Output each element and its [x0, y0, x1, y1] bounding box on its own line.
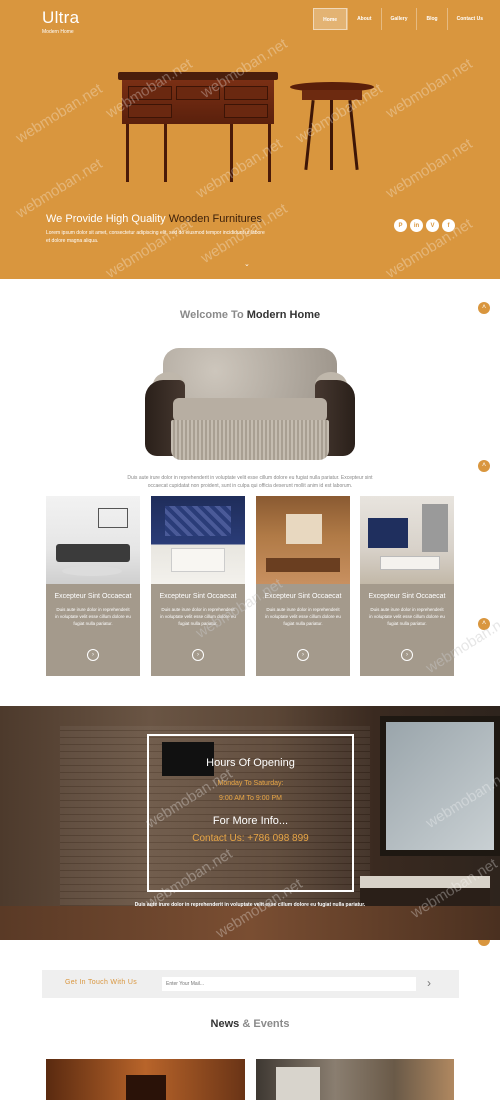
hero-heading-accent: Wooden Furnitures	[168, 213, 263, 225]
welcome-title-prefix: Welcome To	[179, 309, 244, 321]
news-title: News & Events	[0, 1018, 500, 1030]
welcome-text: Duis aute irure dolor in reprehenderit i…	[127, 475, 373, 489]
news-image[interactable]	[256, 1059, 454, 1100]
lounge-image	[360, 496, 454, 584]
card-title: Excepteur Sint Occaecat	[159, 593, 237, 600]
hero-heading: We Provide High Quality Wooden Furniture…	[46, 213, 262, 225]
arrow-right-icon[interactable]: ›	[87, 649, 99, 661]
more-info-heading: For More Info...	[212, 815, 289, 827]
feature-card: Excepteur Sint Occaecat Duis aute irure …	[360, 496, 454, 676]
newsletter-label: Get In Touch With Us	[65, 979, 138, 986]
news-image[interactable]	[46, 1059, 245, 1100]
send-arrow-icon[interactable]: ›	[427, 976, 431, 990]
living-room-image	[46, 496, 140, 584]
welcome-title: Welcome To Modern Home	[0, 309, 500, 321]
linkedin-icon[interactable]: in	[410, 219, 423, 232]
news-title-suffix: & Events	[242, 1018, 290, 1030]
hero-text: Lorem ipsum dolor sit amet, consectetur …	[46, 230, 265, 244]
card-text: Duis aute irure dolor in reprehenderit i…	[369, 607, 445, 626]
scroll-down-icon[interactable]: ⌄	[244, 260, 250, 268]
pinterest-icon[interactable]: P	[394, 219, 407, 232]
bedroom-image	[151, 496, 245, 584]
card-text: Duis aute irure dolor in reprehenderit i…	[160, 607, 236, 626]
logo-title: Ultra	[42, 8, 80, 27]
social-links: P in V f	[394, 219, 455, 232]
hours-box: Hours Of Opening Monday To Saturday: 9:0…	[147, 734, 354, 892]
arrow-right-icon[interactable]: ›	[401, 649, 413, 661]
card-text: Duis aute irure dolor in reprehenderit i…	[265, 607, 341, 626]
window-image	[380, 716, 500, 856]
main-nav: Home About Gallery Blog Contact Us	[313, 8, 492, 30]
chevron-up-icon[interactable]: ˄	[478, 618, 490, 630]
hours-title: Hours Of Opening	[206, 757, 295, 769]
facebook-icon[interactable]: f	[442, 219, 455, 232]
nav-item-home[interactable]: Home	[313, 8, 348, 30]
card-title: Excepteur Sint Occaecat	[54, 593, 132, 600]
hero-section: Ultra Modern Home Home About Gallery Blo…	[0, 0, 500, 279]
wooden-interior-image	[256, 496, 350, 584]
logo[interactable]: Ultra Modern Home	[42, 8, 79, 35]
feature-card: Excepteur Sint Occaecat Duis aute irure …	[151, 496, 245, 676]
card-text: Duis aute irure dolor in reprehenderit i…	[55, 607, 131, 626]
hours-note: Duis aute irure dolor in reprehenderit i…	[134, 902, 366, 908]
hero-heading-prefix: We Provide High Quality	[46, 213, 166, 225]
hours-section: Hours Of Opening Monday To Saturday: 9:0…	[0, 706, 500, 940]
feature-card: Excepteur Sint Occaecat Duis aute irure …	[256, 496, 350, 676]
chevron-up-icon[interactable]: ˄	[478, 460, 490, 472]
arrow-right-icon[interactable]: ›	[297, 649, 309, 661]
floor	[0, 906, 500, 940]
newsletter-bar: Get In Touch With Us ›	[42, 970, 459, 998]
sofa-image	[145, 348, 355, 466]
email-input[interactable]	[162, 977, 416, 991]
arrow-right-icon[interactable]: ›	[192, 649, 204, 661]
news-title-dark: News	[210, 1018, 240, 1030]
vimeo-icon[interactable]: V	[426, 219, 439, 232]
card-title: Excepteur Sint Occaecat	[264, 593, 342, 600]
feature-card: Excepteur Sint Occaecat Duis aute irure …	[46, 496, 140, 676]
nav-item-contact[interactable]: Contact Us	[446, 8, 492, 30]
hours-days: Monday To Saturday:	[217, 780, 284, 787]
hours-time: 9:00 AM To 9:00 PM	[219, 795, 282, 802]
welcome-title-dark: Modern Home	[246, 309, 321, 321]
chevron-up-icon[interactable]: ˄	[478, 302, 490, 314]
nav-item-gallery[interactable]: Gallery	[380, 8, 417, 30]
card-title: Excepteur Sint Occaecat	[368, 593, 446, 600]
logo-subtitle: Modern Home	[42, 29, 74, 35]
nav-item-about[interactable]: About	[347, 8, 380, 30]
nav-item-blog[interactable]: Blog	[416, 8, 446, 30]
contact-phone[interactable]: Contact Us: +786 098 899	[149, 833, 352, 844]
